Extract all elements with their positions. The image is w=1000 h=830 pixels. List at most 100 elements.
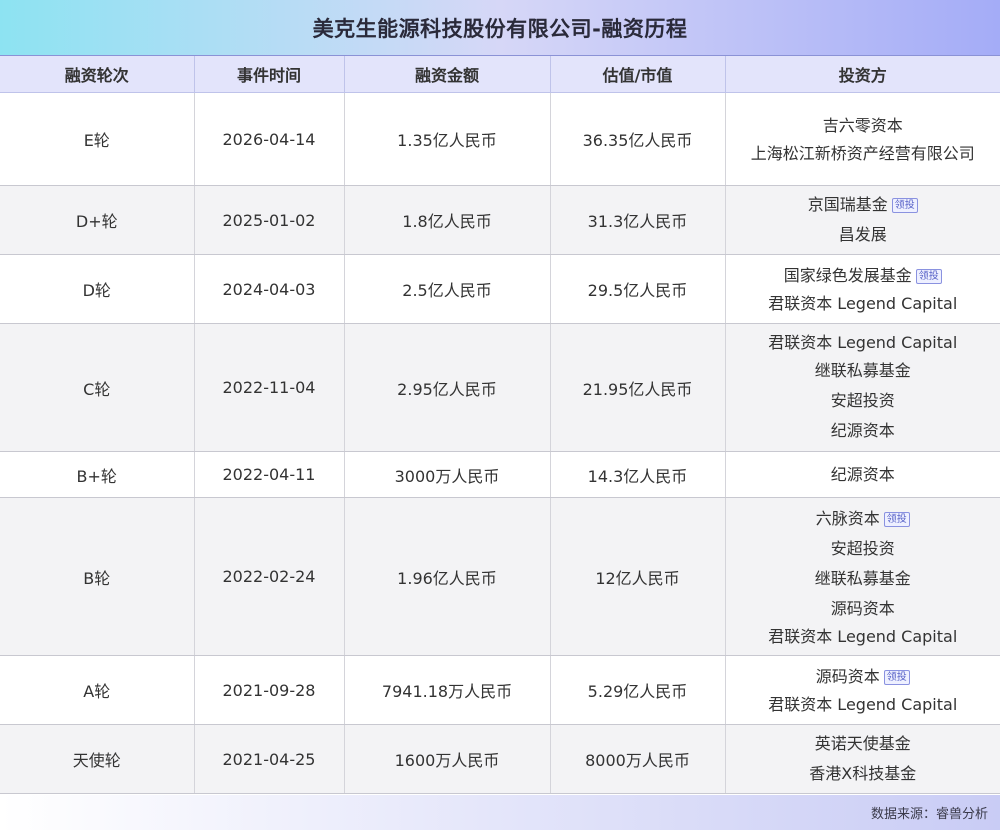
investor-item: 君联资本 Legend Capital: [726, 330, 1000, 356]
investor-item: 纪源资本: [726, 460, 1000, 490]
table-row: A轮 2021-09-28 7941.18万人民币 5.29亿人民币 源码资本 领投君联资…: [0, 655, 1000, 725]
investor-name: 纪源资本: [830, 464, 895, 484]
date-cell: 2022-02-24: [194, 497, 345, 656]
investor-item: 昌发展: [726, 220, 1000, 250]
amount-cell: 1600万人民币: [344, 724, 551, 794]
lead-investor-badge: 领投: [915, 269, 942, 284]
date-cell: 2021-09-28: [194, 655, 345, 725]
investor-item: 国家绿色发展基金 领投: [726, 261, 1000, 291]
investor-name: 君联资本 Legend Capital: [768, 695, 958, 714]
valuation-cell: 21.95亿人民币: [550, 323, 726, 452]
table-row: D+轮 2025-01-02 1.8亿人民币 31.3亿人民币 京国瑞基金 领投 昌发展: [0, 185, 1000, 255]
investor-name: 继联私募基金: [814, 360, 911, 380]
investor-item: 纪源资本: [726, 416, 1000, 446]
date-cell: 2022-11-04: [194, 323, 345, 452]
investors-cell: 纪源资本: [725, 451, 1000, 498]
investor-name: 京国瑞基金: [807, 195, 888, 214]
round-cell: C轮: [0, 323, 195, 452]
amount-cell: 2.95亿人民币: [344, 323, 551, 452]
valuation-cell: 8000万人民币: [550, 724, 726, 794]
investor-item: 上海松江新桥资产经营有限公司: [726, 141, 1000, 167]
investor-name: 吉六零资本: [822, 116, 903, 135]
title-bar: 美克生能源科技股份有限公司-融资历程: [0, 0, 1000, 56]
investor-name: 香港X科技基金: [809, 764, 917, 783]
amount-cell: 1.35亿人民币: [344, 92, 551, 186]
investor-item: 源码资本 领投: [726, 662, 1000, 692]
investor-item: 安超投资: [726, 534, 1000, 564]
investor-name: 上海松江新桥资产经营有限公司: [750, 144, 975, 163]
valuation-cell: 29.5亿人民币: [550, 254, 726, 324]
investors-cell: 六脉资本 领投安超投资继联私募基金 源码资本君联资本 Legend Capital: [725, 497, 1000, 656]
header-date: 事件时间: [194, 56, 345, 93]
investor-item: 香港X科技基金: [726, 759, 1000, 789]
investor-item: 安超投资: [726, 386, 1000, 416]
header-amount: 融资金额: [344, 56, 551, 93]
lead-investor-badge: 领投: [891, 198, 918, 213]
lead-investor-badge: 领投: [883, 511, 910, 527]
investor-name: 纪源资本: [830, 420, 895, 440]
table-row: C轮 2022-11-04 2.95亿人民币 21.95亿人民币 君联资本 Legend…: [0, 323, 1000, 452]
investor-item: 继联私募基金: [726, 356, 1000, 386]
financing-table: 融资轮次 事件时间 融资金额 估值/市值 投资方 E轮 2026-04-14 1.3…: [0, 56, 1000, 794]
valuation-cell: 12亿人民币: [550, 497, 726, 656]
investor-item: 六脉资本 领投: [726, 504, 1000, 534]
amount-cell: 3000万人民币: [344, 451, 551, 498]
date-cell: 2022-04-11: [194, 451, 345, 498]
investors-cell: 京国瑞基金 领投 昌发展: [725, 185, 1000, 255]
date-cell: 2021-04-25: [194, 724, 345, 794]
investors-cell: 吉六零资本上海松江新桥资产经营有限公司: [725, 92, 1000, 186]
investors-cell: 英诺天使基金 香港X科技基金: [725, 724, 1000, 794]
round-cell: D+轮: [0, 185, 195, 255]
investor-name: 君联资本 Legend Capital: [768, 626, 958, 646]
round-cell: A轮: [0, 655, 195, 725]
investor-name: 继联私募基金: [814, 568, 911, 588]
header-valuation: 估值/市值: [550, 56, 726, 93]
table-header-row: 融资轮次 事件时间 融资金额 估值/市值 投资方: [0, 56, 1000, 93]
investor-name: 君联资本 Legend Capital: [768, 332, 958, 352]
investor-item: 京国瑞基金 领投: [726, 190, 1000, 220]
investor-item: 君联资本 Legend Capital: [726, 692, 1000, 718]
valuation-cell: 36.35亿人民币: [550, 92, 726, 186]
investor-item: 源码资本: [726, 594, 1000, 624]
valuation-cell: 31.3亿人民币: [550, 185, 726, 255]
investor-name: 源码资本: [830, 598, 895, 618]
investor-name: 六脉资本: [815, 508, 880, 528]
investor-name: 昌发展: [838, 225, 887, 244]
lead-investor-badge: 领投: [883, 670, 910, 685]
amount-cell: 1.96亿人民币: [344, 497, 551, 656]
round-cell: 天使轮: [0, 724, 195, 794]
round-cell: D轮: [0, 254, 195, 324]
table-row: D轮 2024-04-03 2.5亿人民币 29.5亿人民币 国家绿色发展基金 领投 君联资…: [0, 254, 1000, 324]
investor-name: 国家绿色发展基金: [783, 266, 912, 285]
table-row: E轮 2026-04-14 1.35亿人民币 36.35亿人民币 吉六零资本 上海松江新桥…: [0, 92, 1000, 186]
investors-cell: 君联资本 Legend Capital 继联私募基金 安超投资纪源资本: [725, 323, 1000, 452]
investor-item: 君联资本 Legend Capital: [726, 291, 1000, 317]
date-cell: 2025-01-02: [194, 185, 345, 255]
page-title: 美克生能源科技股份有限公司-融资历程: [312, 16, 688, 41]
amount-cell: 1.8亿人民币: [344, 185, 551, 255]
footer: 数据来源：睿兽分析: [0, 795, 1000, 830]
investor-item: 君联资本 Legend Capital: [726, 624, 1000, 650]
amount-cell: 2.5亿人民币: [344, 254, 551, 324]
date-cell: 2024-04-03: [194, 254, 345, 324]
investor-name: 英诺天使基金: [814, 734, 911, 753]
investors-cell: 源码资本 领投君联资本 Legend Capital: [725, 655, 1000, 725]
round-cell: B+轮: [0, 451, 195, 498]
investor-name: 安超投资: [830, 390, 895, 410]
data-source: 数据来源：睿兽分析: [870, 807, 988, 822]
financing-history-page: 美克生能源科技股份有限公司-融资历程 融资轮次 事件时间 融资金额 估值/市值 …: [0, 0, 1000, 830]
table-row: 天使轮 2021-04-25 1600万人民币 8000万人民币 英诺天使基金 香港X科技…: [0, 724, 1000, 794]
valuation-cell: 5.29亿人民币: [550, 655, 726, 725]
investor-name: 君联资本 Legend Capital: [768, 294, 958, 313]
valuation-cell: 14.3亿人民币: [550, 451, 726, 498]
investor-item: 吉六零资本: [726, 111, 1000, 141]
investor-item: 英诺天使基金: [726, 729, 1000, 759]
investor-item: 继联私募基金: [726, 564, 1000, 594]
table-row: B+轮 2022-04-11 3000万人民币 14.3亿人民币 纪源资本: [0, 451, 1000, 498]
header-round: 融资轮次: [0, 56, 195, 93]
investor-name: 安超投资: [830, 538, 895, 558]
table-row: B轮 2022-02-24 1.96亿人民币 12亿人民币 六脉资本 领投 安超投资 继联私募…: [0, 497, 1000, 656]
round-cell: E轮: [0, 92, 195, 186]
amount-cell: 7941.18万人民币: [344, 655, 551, 725]
round-cell: B轮: [0, 497, 195, 656]
